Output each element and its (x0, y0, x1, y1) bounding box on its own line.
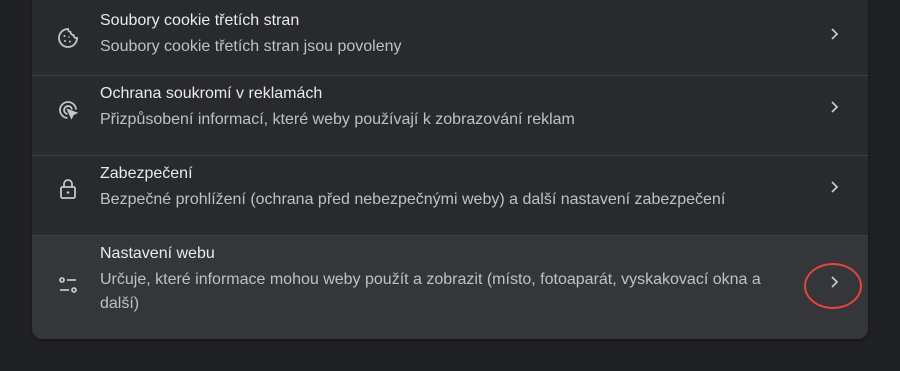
row-ad-privacy[interactable]: Ochrana soukromí v reklamách Přizpůsoben… (32, 75, 868, 156)
row-title: Soubory cookie třetích stran (100, 12, 300, 29)
row-subtitle: Bezpečné prohlížení (ochrana před nebezp… (100, 191, 726, 208)
chevron-right-icon[interactable] (825, 178, 843, 196)
privacy-settings-card: Soubory cookie třetích stran Soubory coo… (32, 0, 868, 339)
row-subtitle: Soubory cookie třetích stran jsou povole… (100, 38, 402, 55)
row-subtitle: Určuje, které informace mohou weby použí… (100, 271, 761, 312)
cookie-icon (56, 26, 80, 50)
lock-icon (56, 177, 80, 201)
row-site-settings[interactable]: Nastavení webu Určuje, které informace m… (32, 235, 868, 339)
row-third-party-cookies[interactable]: Soubory cookie třetích stran Soubory coo… (32, 0, 868, 75)
row-subtitle: Přizpůsobení informací, které weby použí… (100, 111, 575, 128)
row-security[interactable]: Zabezpečení Bezpečné prohlížení (ochrana… (32, 155, 868, 236)
annotation-circle (804, 263, 862, 309)
chevron-right-icon[interactable] (825, 25, 843, 43)
row-title: Nastavení webu (100, 245, 215, 262)
row-title: Ochrana soukromí v reklamách (100, 85, 323, 102)
ad-privacy-icon (56, 98, 80, 122)
chevron-right-icon[interactable] (825, 98, 843, 116)
row-title: Zabezpečení (100, 165, 193, 182)
site-settings-icon (56, 273, 80, 297)
